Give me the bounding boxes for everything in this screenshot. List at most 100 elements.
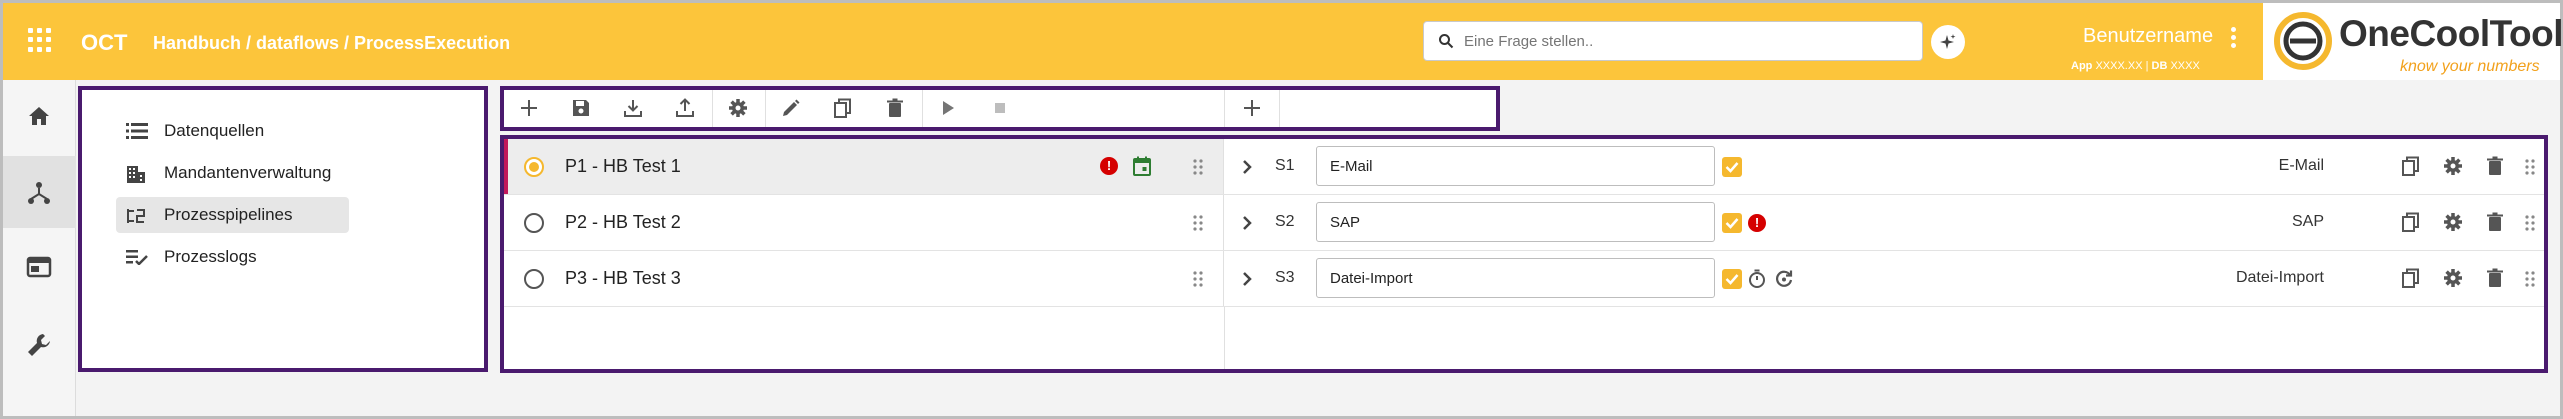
edit-icon [783,99,800,116]
nav-item-prozesslogs[interactable]: Prozesslogs [116,239,349,275]
breadcrumb: Handbuch / dataflows / ProcessExecution [153,33,511,53]
logo-wordmark: OneCoolTool [2339,13,2563,54]
delete-icon[interactable] [2485,212,2505,232]
chevron-right-icon[interactable] [1240,270,1254,288]
search-box[interactable] [1423,21,1923,61]
copy-icon[interactable] [2401,212,2421,232]
pipeline-name: P3 - HB Test 3 [565,268,681,288]
stop-icon [995,103,1005,113]
error-icon[interactable]: ! [1100,157,1118,175]
home-icon [29,107,49,125]
export-button[interactable] [660,90,712,127]
import-button[interactable] [608,90,660,127]
step-name-input[interactable] [1316,146,1715,186]
rail-item-tools[interactable] [3,308,76,380]
step-type: Datei-Import [2235,269,2324,286]
step-enabled-checkbox[interactable] [1722,269,1742,289]
timer-icon[interactable] [1747,269,1767,289]
rail-item-home[interactable] [3,80,76,152]
refresh-schedule-icon[interactable] [1774,269,1794,289]
rail-item-view[interactable] [3,232,76,304]
pipeline-radio[interactable] [524,157,544,177]
delete-icon[interactable] [2485,156,2505,176]
delete-icon[interactable] [2485,268,2505,288]
stop-button[interactable] [975,90,1027,127]
table-row[interactable]: P2 - HB Test 2 S2 ! SAP [504,195,2544,251]
check-icon [1725,274,1739,285]
window-icon [26,256,52,278]
pipeline-cell[interactable]: P3 - HB Test 3 [504,251,1224,306]
pipeline-cell[interactable]: P1 - HB Test 1 ! [504,139,1224,194]
calendar-icon[interactable] [1133,156,1151,176]
pipeline-toolbar [500,86,1500,131]
list-icon [126,123,148,139]
settings-icon[interactable] [2443,156,2463,176]
error-icon[interactable]: ! [1748,214,1766,232]
run-button[interactable] [923,90,975,127]
app-label: App [2071,60,2093,72]
side-rail [3,80,76,416]
settings-icon[interactable] [2443,268,2463,288]
logo-tagline: know your numbers [2400,58,2540,75]
pipeline-name: P2 - HB Test 2 [565,212,681,232]
nav-item-mandantenverwaltung[interactable]: Mandantenverwaltung [116,155,349,191]
copy-icon[interactable] [2401,156,2421,176]
username[interactable]: Benutzername [2083,25,2213,48]
settings-button[interactable] [713,90,765,127]
step-code: S2 [1275,213,1295,230]
pipeline-cell[interactable]: P2 - HB Test 2 [504,195,1224,250]
chevron-right-icon[interactable] [1240,158,1254,176]
step-code: S3 [1275,269,1295,286]
step-enabled-checkbox[interactable] [1722,157,1742,177]
step-type: SAP [2291,213,2324,230]
rail-item-dataflows[interactable] [3,156,76,228]
more-vert-icon[interactable] [2231,27,2237,51]
nav-item-label: Mandantenverwaltung [164,163,332,182]
save-button[interactable] [556,90,608,127]
db-label: DB [2151,60,2168,72]
nav-item-label: Prozesslogs [164,247,257,266]
drag-handle-icon[interactable] [2524,158,2536,176]
drag-handle-icon[interactable] [1192,214,1204,232]
add-step-button[interactable] [1227,90,1279,127]
pipeline-radio[interactable] [524,213,544,233]
nav-item-label: Prozesspipelines [164,205,293,224]
download-icon [624,100,642,117]
apps-grid-icon[interactable] [28,28,52,52]
step-enabled-checkbox[interactable] [1722,213,1742,233]
step-name-input[interactable] [1316,202,1715,242]
table-row[interactable]: P1 - HB Test 1 ! S1 E-Mail [504,139,2544,195]
step-name-input[interactable] [1316,258,1715,298]
chevron-right-icon[interactable] [1240,214,1254,232]
nav-item-prozesspipelines[interactable]: Prozesspipelines [116,197,349,233]
settings-icon[interactable] [2443,212,2463,232]
check-icon [1725,162,1739,173]
drag-handle-icon[interactable] [2524,214,2536,232]
check-icon [1725,218,1739,229]
drag-handle-icon[interactable] [1192,270,1204,288]
pipeline-radio[interactable] [524,269,544,289]
sparkle-icon [1940,34,1956,49]
pipeline-icon [127,209,145,223]
step-code: S1 [1275,157,1295,174]
add-icon [521,100,537,116]
db-version: XXXX [2170,60,2200,72]
pipeline-navigation: Datenquellen Mandantenverwaltung Prozess… [78,86,488,372]
delete-button[interactable] [870,90,922,127]
drag-handle-icon[interactable] [1192,158,1204,176]
copy-icon [834,98,851,118]
edit-button[interactable] [766,90,818,127]
nav-item-datenquellen[interactable]: Datenquellen [116,113,349,149]
search-input[interactable] [1464,28,1904,54]
table-row[interactable]: P3 - HB Test 3 S3 Datei-Import [504,251,2544,307]
delete-icon [887,98,903,117]
copy-button[interactable] [818,90,870,127]
ai-assist-button[interactable] [1931,25,1965,59]
app-name[interactable]: OCT [81,30,127,56]
add-pipeline-button[interactable] [504,90,556,127]
version-info: App XXXX.XX | DB XXXX [2071,60,2200,72]
drag-handle-icon[interactable] [2524,270,2536,288]
pipeline-name: P1 - HB Test 1 [565,156,681,176]
pipeline-grid: P1 - HB Test 1 ! S1 E-Mail E-Mail P2 - H… [500,135,2548,373]
copy-icon[interactable] [2401,268,2421,288]
